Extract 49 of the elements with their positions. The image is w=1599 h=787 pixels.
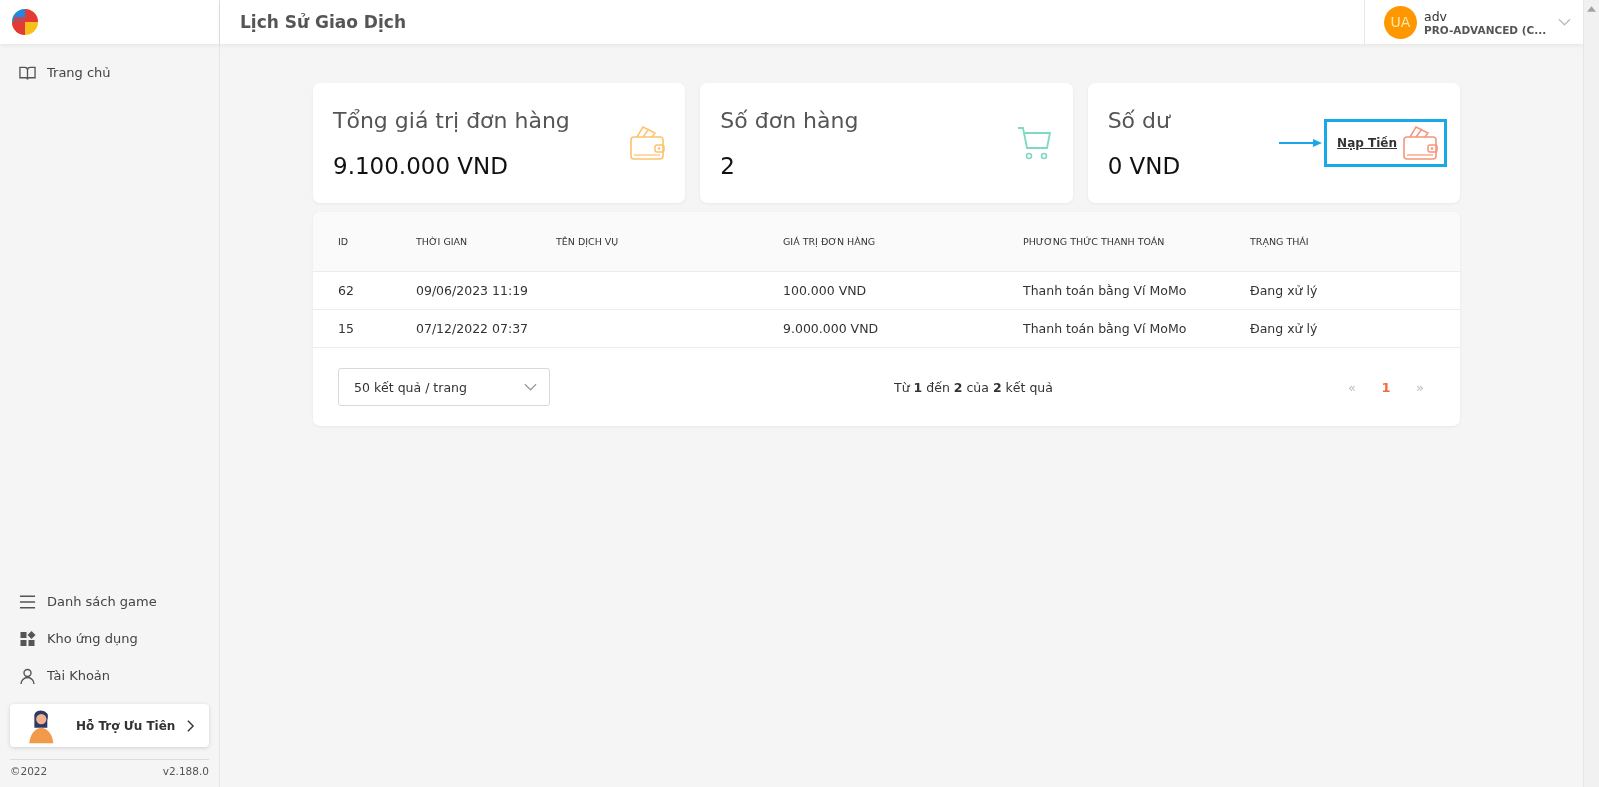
user-icon bbox=[19, 667, 36, 684]
top-up-link[interactable]: Nạp Tiền bbox=[1324, 119, 1447, 167]
table-cell-text: 09/06/2023 11:19 bbox=[416, 283, 530, 298]
table-cell-text: 07/12/2022 07:37 bbox=[416, 321, 530, 336]
table-cell-text: 62 bbox=[338, 283, 355, 298]
arrow-icon bbox=[1279, 138, 1324, 148]
table-cell-text: 9.000.000 VND bbox=[783, 321, 880, 336]
chevron-down-icon bbox=[1558, 18, 1571, 26]
user-avatar: UA bbox=[1384, 5, 1417, 39]
sidebar-item[interactable]: Kho ứng dụng bbox=[0, 620, 219, 657]
support-button[interactable]: Hỗ Trợ Ưu Tiên bbox=[10, 704, 209, 747]
apps-icon bbox=[19, 630, 36, 647]
user-menu[interactable]: UA adv PRO-ADVANCED (C... bbox=[1364, 0, 1583, 44]
scrollbar[interactable] bbox=[1583, 0, 1599, 787]
copyright-text: ©2022 bbox=[10, 765, 48, 777]
stat-title: Số đơn hàng bbox=[720, 107, 859, 133]
column-header: THỜI GIAN bbox=[416, 236, 469, 247]
cart-icon bbox=[1016, 125, 1053, 161]
results-summary: Từ 1 đến 2 của 2 kết quả bbox=[893, 379, 1054, 395]
table-cell-text: 15 bbox=[338, 321, 355, 336]
table-cell-text: Thanh toán bằng Ví MoMo bbox=[1023, 321, 1188, 336]
sidebar-item[interactable]: Tài Khoản bbox=[0, 657, 219, 694]
book-icon bbox=[19, 64, 36, 81]
stat-value: 0 VND bbox=[1107, 152, 1181, 179]
column-header: GIÁ TRỊ ĐƠN HÀNG bbox=[783, 236, 877, 247]
stat-value: 9.100.000 VND bbox=[333, 152, 509, 179]
scroll-up-icon[interactable] bbox=[1587, 6, 1596, 12]
page-size-select[interactable]: 50 kết quả / trang bbox=[338, 368, 550, 406]
table-cell-text: 100.000 VND bbox=[783, 283, 868, 298]
logo-icon[interactable] bbox=[10, 7, 40, 37]
version-text: v2.188.0 bbox=[162, 765, 209, 777]
column-header: ID bbox=[338, 236, 350, 247]
stat-title: Số dư bbox=[1107, 107, 1172, 133]
column-header: PHƯƠNG THỨC THANH TOÁN bbox=[1023, 236, 1166, 247]
table-cell-text: Đang xử lý bbox=[1250, 321, 1319, 336]
page-title: Lịch Sử Giao Dịch bbox=[240, 12, 406, 32]
chevron-right-icon bbox=[186, 718, 195, 733]
menu-icon bbox=[19, 593, 36, 610]
stat-title: Tổng giá trị đơn hàng bbox=[333, 107, 570, 133]
sidebar-item[interactable]: Danh sách game bbox=[0, 583, 219, 620]
table-cell-text: Đang xử lý bbox=[1250, 283, 1319, 298]
wallet-icon bbox=[629, 125, 666, 161]
sidebar-item[interactable]: Trang chủ bbox=[0, 54, 219, 91]
wallet-icon bbox=[1402, 125, 1438, 161]
column-header: TRẠNG THÁI bbox=[1250, 236, 1310, 247]
stat-value: 2 bbox=[720, 152, 736, 179]
column-header: TÊN DỊCH VỤ bbox=[556, 236, 620, 247]
table-cell-text: Thanh toán bằng Ví MoMo bbox=[1023, 283, 1188, 298]
chevron-down-icon bbox=[524, 383, 537, 391]
